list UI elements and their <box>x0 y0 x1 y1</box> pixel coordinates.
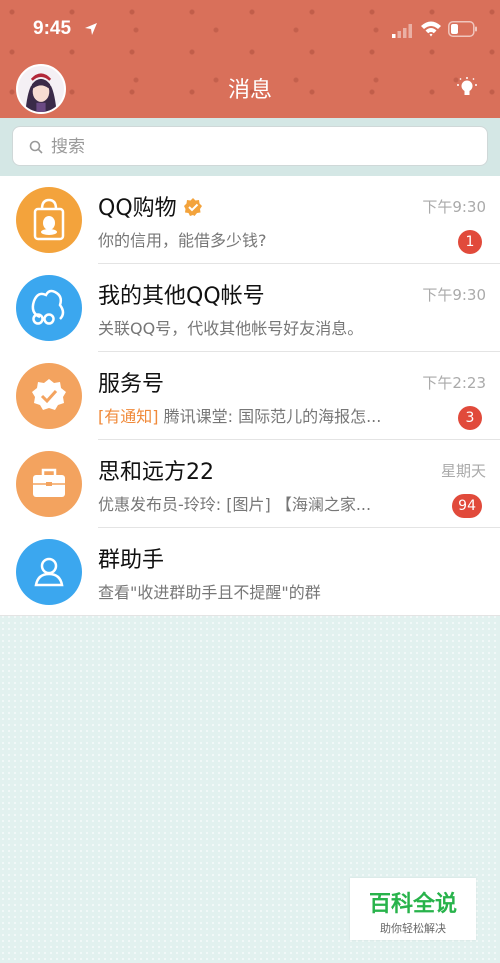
search-bar <box>0 118 500 176</box>
watermark-logo: 百科全说 助你轻松解决 <box>350 878 476 940</box>
conversation-preview: [有通知] 腾讯课堂: 国际范儿的海报怎... <box>98 407 382 426</box>
conversation-qq-shopping[interactable]: QQ购物 你的信用，能借多少钱? 下午9:30 1 <box>0 176 500 264</box>
verified-badge-icon <box>183 198 202 216</box>
location-arrow-icon <box>85 23 97 35</box>
conversation-time: 星期天 <box>440 462 486 480</box>
qq-shopping-bag-icon <box>16 187 82 253</box>
notice-tag: [有通知] <box>98 407 159 426</box>
conversation-preview: 关联QQ号，代收其他帐号好友消息。 <box>98 319 364 338</box>
conversation-preview: 查看"收进群助手且不提醒"的群 <box>98 583 321 602</box>
group-assistant-icon <box>16 539 82 605</box>
conversation-title: 群助手 <box>98 548 165 573</box>
service-badge-icon <box>16 363 82 429</box>
conversation-title: 服务号 <box>98 372 165 397</box>
conversation-title: 思和远方22 <box>98 460 214 485</box>
wifi-icon <box>421 21 441 37</box>
conversation-list: QQ购物 你的信用，能借多少钱? 下午9:30 1 我的其他QQ帐号 关联QQ号… <box>0 176 500 616</box>
linked-accounts-icon <box>16 275 82 341</box>
conversation-preview: 你的信用，能借多少钱? <box>98 231 267 250</box>
status-bar: 9:45 <box>0 0 500 60</box>
unread-badge: 1 <box>458 230 482 254</box>
header: 9:45 消息 <box>0 0 500 118</box>
search-box[interactable] <box>12 126 488 167</box>
row-divider <box>0 615 500 616</box>
unread-badge: 3 <box>458 406 482 430</box>
conversation-service-accounts[interactable]: 服务号 [有通知] 腾讯课堂: 国际范儿的海报怎... 下午2:23 3 <box>0 352 500 440</box>
search-icon <box>29 140 43 154</box>
conversation-title: QQ购物 <box>98 190 203 222</box>
conversation-other-accounts[interactable]: 我的其他QQ帐号 关联QQ号，代收其他帐号好友消息。 下午9:30 <box>0 264 500 352</box>
status-time: 9:45 <box>33 18 72 39</box>
conversation-sihe-yuanfang[interactable]: 思和远方22 优惠发布员-玲玲: [图片] 【海澜之家... 星期天 94 <box>0 440 500 528</box>
watermark-main: 百科全说 <box>368 892 457 917</box>
conversation-group-assistant[interactable]: 群助手 查看"收进群助手且不提醒"的群 <box>0 528 500 616</box>
watermark-sub: 助你轻松解决 <box>380 922 446 935</box>
conversation-preview: 优惠发布员-玲玲: [图片] 【海澜之家... <box>98 495 372 514</box>
conversation-title: 我的其他QQ帐号 <box>98 284 265 309</box>
page-title: 消息 <box>227 78 272 103</box>
briefcase-icon <box>16 451 82 517</box>
cellular-signal-icon <box>392 24 412 38</box>
battery-icon <box>448 21 477 37</box>
conversation-time: 下午9:30 <box>422 198 486 216</box>
conversation-time: 下午9:30 <box>422 286 486 304</box>
search-input[interactable] <box>49 127 473 167</box>
lightbulb-icon[interactable] <box>457 77 477 99</box>
unread-badge: 94 <box>452 494 482 518</box>
conversation-time: 下午2:23 <box>422 374 486 392</box>
